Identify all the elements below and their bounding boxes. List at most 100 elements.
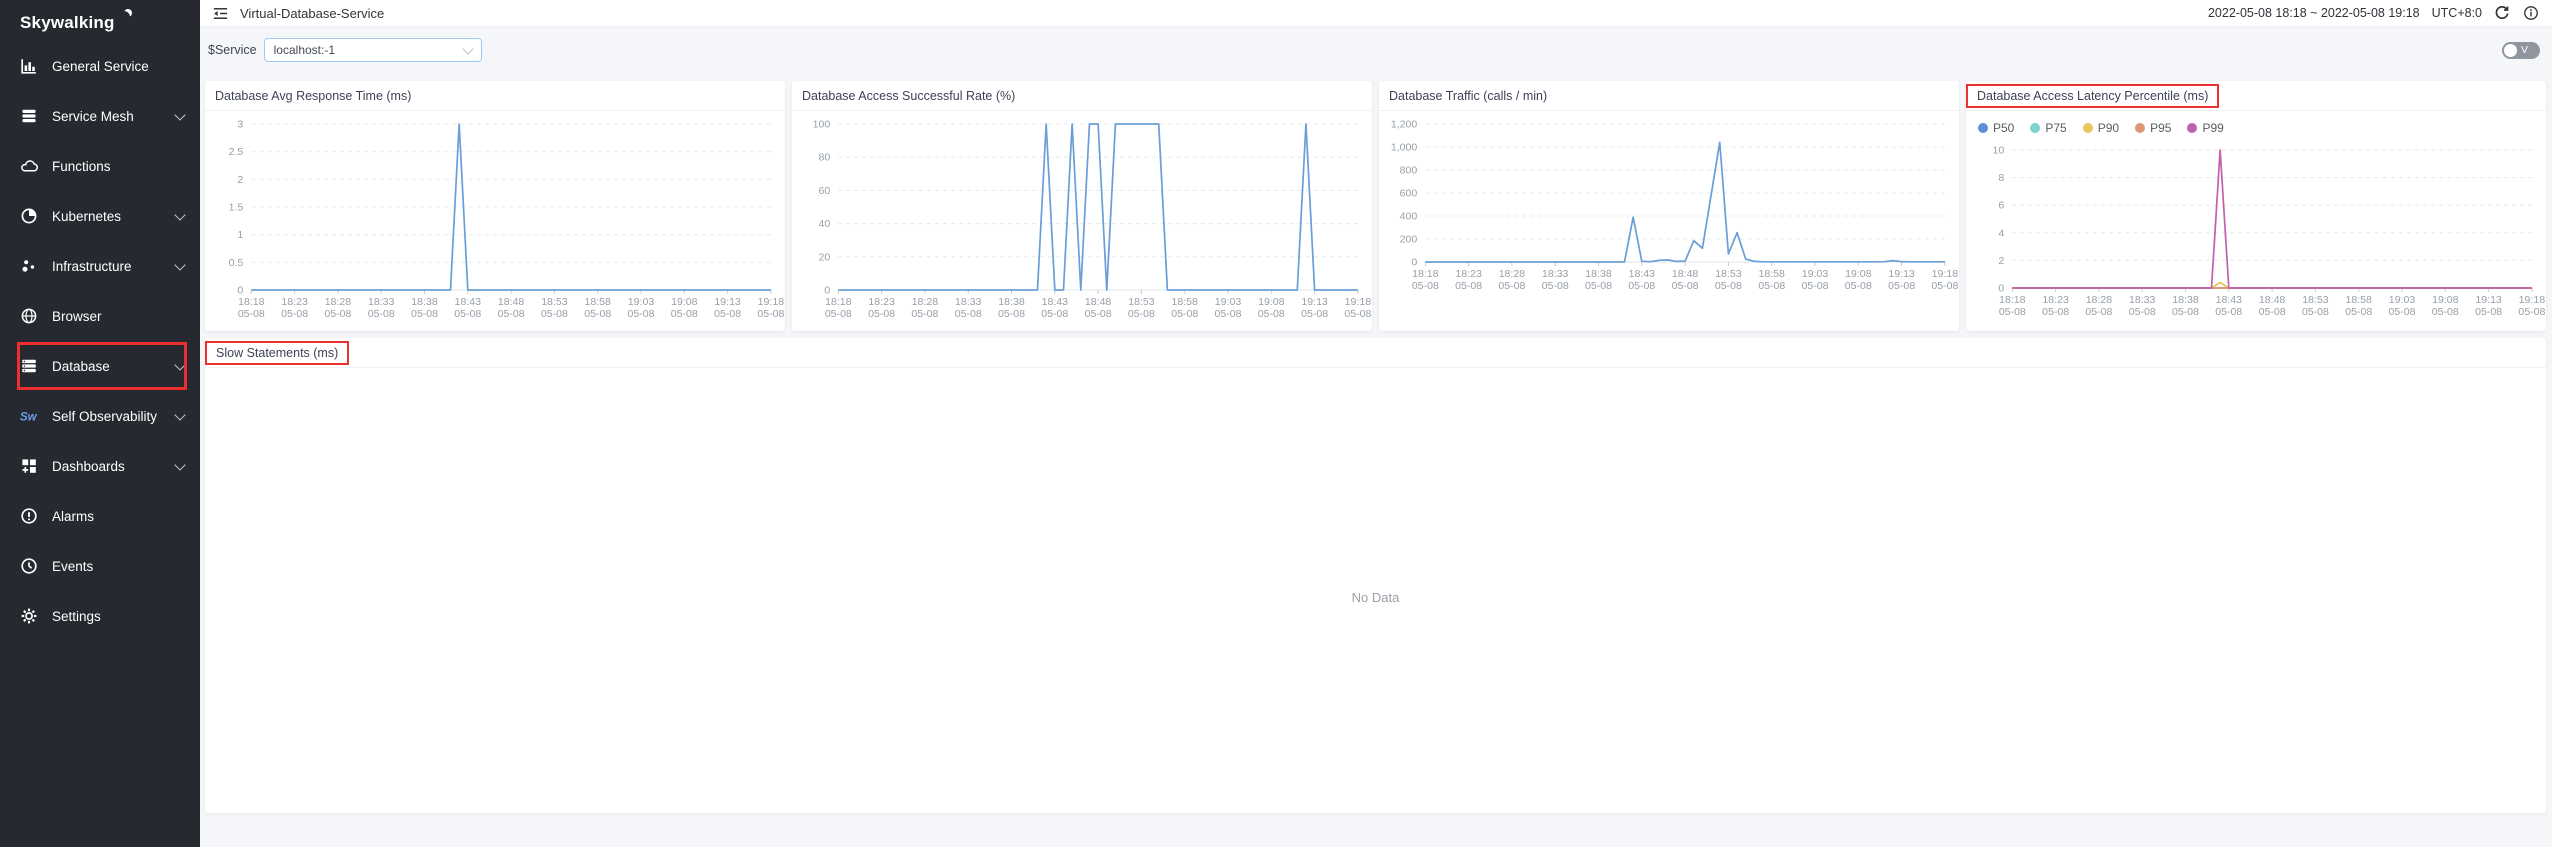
sidebar-item-self-observability[interactable]: SwSelf Observability [0,391,200,441]
svg-text:19:18: 19:18 [1345,296,1372,308]
svg-text:18:58: 18:58 [1758,268,1785,280]
sidebar: Skywalking General Service Service Mesh Fu… [0,0,200,847]
sidebar-item-label: Service Mesh [52,109,134,124]
legend-item-p99[interactable]: P99 [2187,121,2223,135]
svg-text:18:23: 18:23 [868,296,895,308]
svg-text:05-08: 05-08 [2172,306,2199,318]
svg-text:05-08: 05-08 [2475,306,2502,318]
legend-item-p95[interactable]: P95 [2135,121,2171,135]
svg-text:18:48: 18:48 [1672,268,1699,280]
collapse-sidebar-icon[interactable] [212,5,229,22]
sidebar-item-general-service[interactable]: General Service [0,41,200,91]
svg-text:05-08: 05-08 [757,308,784,320]
svg-text:19:08: 19:08 [671,296,698,308]
svg-text:19:13: 19:13 [714,296,741,308]
svg-text:18:28: 18:28 [912,296,939,308]
svg-text:200: 200 [1400,234,1418,246]
sidebar-item-alarms[interactable]: Alarms [0,491,200,541]
sidebar-item-browser[interactable]: Browser [0,291,200,341]
skywalking-logo[interactable]: Skywalking [0,0,200,41]
svg-text:05-08: 05-08 [911,308,938,320]
chevron-down-icon [174,109,185,120]
events-icon [20,557,38,575]
refresh-icon[interactable] [2494,5,2511,22]
chevron-down-icon [174,259,185,270]
sidebar-item-kubernetes[interactable]: Kubernetes [0,191,200,241]
svg-text:19:08: 19:08 [1258,296,1285,308]
svg-text:0: 0 [1998,283,2004,295]
svg-text:18:28: 18:28 [1499,268,1526,280]
legend-dot [2187,123,2197,133]
svg-text:19:03: 19:03 [2389,294,2416,306]
svg-text:0: 0 [824,285,830,297]
svg-text:19:13: 19:13 [1888,268,1915,280]
svg-text:19:03: 19:03 [1802,268,1829,280]
svg-text:6: 6 [1998,200,2004,212]
svg-text:Sw: Sw [20,412,38,424]
svg-text:18:33: 18:33 [368,296,395,308]
svg-text:05-08: 05-08 [1412,280,1439,292]
no-data-text: No Data [205,590,2546,605]
sidebar-item-infrastructure[interactable]: Infrastructure [0,241,200,291]
sidebar-item-service-mesh[interactable]: Service Mesh [0,91,200,141]
svg-text:18:38: 18:38 [411,296,438,308]
svg-text:05-08: 05-08 [1542,280,1569,292]
toolbar: $Service localhost:-1 V [200,27,2552,73]
svg-text:60: 60 [819,185,831,197]
svg-text:1.5: 1.5 [229,202,244,214]
svg-text:05-08: 05-08 [628,308,655,320]
svg-text:19:03: 19:03 [628,296,655,308]
legend-dot [2135,123,2145,133]
svg-text:18:33: 18:33 [2129,294,2156,306]
svg-text:05-08: 05-08 [2085,306,2112,318]
svg-text:18:38: 18:38 [998,296,1025,308]
sidebar-item-database[interactable]: Database [0,341,200,391]
svg-text:05-08: 05-08 [1931,280,1958,292]
svg-text:18:33: 18:33 [955,296,982,308]
traffic-chart: 02004006008001,0001,20018:1805-0818:2305… [1379,111,1959,303]
legend-item-p50[interactable]: P50 [1978,121,2014,135]
view-edit-toggle[interactable]: V [2502,42,2540,59]
svg-text:8: 8 [1998,172,2004,184]
svg-text:05-08: 05-08 [714,308,741,320]
svg-text:600: 600 [1400,188,1418,200]
info-icon[interactable] [2523,5,2540,22]
legend-item-p90[interactable]: P90 [2083,121,2119,135]
svg-text:05-08: 05-08 [1215,308,1242,320]
svg-text:1: 1 [237,229,243,241]
svg-text:2: 2 [1998,255,2004,267]
time-range[interactable]: 2022-05-08 18:18 ~ 2022-05-08 19:18 [2208,6,2420,20]
svg-text:05-08: 05-08 [368,308,395,320]
svg-text:18:23: 18:23 [281,296,308,308]
svg-text:05-08: 05-08 [2215,306,2242,318]
svg-text:05-08: 05-08 [868,308,895,320]
svg-text:05-08: 05-08 [1628,280,1655,292]
svg-text:05-08: 05-08 [1128,308,1155,320]
sidebar-item-label: General Service [52,59,149,74]
svg-text:05-08: 05-08 [2432,306,2459,318]
sidebar-item-functions[interactable]: Functions [0,141,200,191]
sidebar-item-label: Database [52,359,110,374]
svg-text:05-08: 05-08 [238,308,265,320]
layers-icon [20,107,38,125]
sidebar-item-label: Browser [52,309,102,324]
svg-text:18:53: 18:53 [1715,268,1742,280]
sidebar-item-events[interactable]: Events [0,541,200,591]
svg-text:40: 40 [819,218,831,230]
svg-text:18:48: 18:48 [2259,294,2286,306]
svg-text:05-08: 05-08 [1498,280,1525,292]
timezone-label: UTC+8:0 [2432,6,2482,20]
percentile-legend: P50 P75 P90 P95 P99 [1966,111,2546,137]
svg-text:05-08: 05-08 [541,308,568,320]
svg-text:05-08: 05-08 [825,308,852,320]
svg-text:19:18: 19:18 [2519,294,2546,306]
service-select[interactable]: localhost:-1 [264,38,482,62]
legend-item-p75[interactable]: P75 [2030,121,2066,135]
sidebar-item-dashboards[interactable]: Dashboards [0,441,200,491]
svg-text:05-08: 05-08 [1455,280,1482,292]
svg-text:18:23: 18:23 [1455,268,1482,280]
svg-text:05-08: 05-08 [1888,280,1915,292]
svg-text:19:08: 19:08 [1845,268,1872,280]
svg-text:18:53: 18:53 [2302,294,2329,306]
sidebar-item-settings[interactable]: Settings [0,591,200,641]
